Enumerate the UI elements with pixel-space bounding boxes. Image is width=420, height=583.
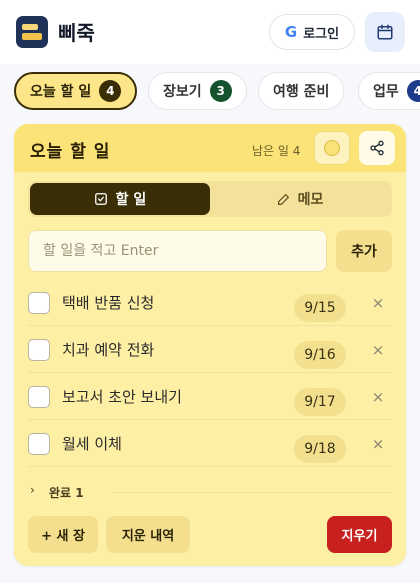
deleted-history-button[interactable]: 지운 내역 xyxy=(106,516,190,553)
login-label: 로그인 xyxy=(303,26,340,42)
tab-memo-mode[interactable]: 메모 xyxy=(210,183,390,215)
tab-travel[interactable]: 여행 준비 xyxy=(258,72,345,110)
tab-count-badge: 4 xyxy=(99,80,122,102)
task-date-chip[interactable]: 9/18 xyxy=(294,435,346,463)
calendar-button[interactable] xyxy=(365,12,405,52)
task-text[interactable]: 택배 반품 신청 xyxy=(62,292,154,313)
remaining-count: 남은 일 4 xyxy=(252,144,301,158)
share-button[interactable] xyxy=(359,131,395,165)
tab-count-badge: 3 xyxy=(209,80,232,102)
chevron-right-icon: › xyxy=(30,483,35,497)
color-dot-icon xyxy=(324,140,340,156)
divider xyxy=(112,492,392,493)
app-header: 삐죽 G 로그인 xyxy=(0,0,420,64)
delete-task-button[interactable]: × xyxy=(368,292,388,314)
task-input[interactable] xyxy=(28,230,327,272)
task-item: 월세 이체 9/18 × xyxy=(28,421,392,467)
task-checkbox[interactable] xyxy=(28,386,50,408)
google-icon: G xyxy=(284,23,298,41)
tab-label: 오늘 할 일 xyxy=(30,84,92,100)
task-item: 치과 예약 전화 9/16 × xyxy=(28,327,392,373)
completed-section-toggle[interactable]: › 완료 1 xyxy=(30,482,392,502)
card-header: 오늘 할 일 남은 일 4 xyxy=(14,124,406,172)
mode-toggle: 할 일 메모 xyxy=(28,181,392,217)
memo-mode-label: 메모 xyxy=(297,192,324,208)
color-picker-button[interactable] xyxy=(314,131,350,165)
task-date-chip[interactable]: 9/17 xyxy=(294,388,346,416)
task-text[interactable]: 치과 예약 전화 xyxy=(62,339,154,360)
task-checkbox[interactable] xyxy=(28,292,50,314)
completed-label: 완료 1 xyxy=(49,486,84,500)
list-tabs: 오늘 할 일 4 장보기 3 여행 준비 업무 4 xyxy=(14,72,420,112)
task-item: 보고서 초안 보내기 9/17 × xyxy=(28,374,392,420)
card-title: 오늘 할 일 xyxy=(30,142,111,162)
app-title: 삐죽 xyxy=(58,21,95,45)
checkbox-icon xyxy=(94,193,107,205)
tab-today[interactable]: 오늘 할 일 4 xyxy=(14,72,138,110)
delete-task-button[interactable]: × xyxy=(368,386,388,408)
tab-label: 여행 준비 xyxy=(273,84,330,100)
task-date-chip[interactable]: 9/16 xyxy=(294,341,346,369)
tab-work[interactable]: 업무 4 xyxy=(358,72,420,110)
task-item: 택배 반품 신청 9/15 × xyxy=(28,280,392,326)
clear-button[interactable]: 지우기 xyxy=(327,516,392,553)
new-sheet-button[interactable]: + 새 장 xyxy=(28,516,98,553)
todo-mode-label: 할 일 xyxy=(115,192,147,208)
google-login-button[interactable]: G 로그인 xyxy=(269,14,355,50)
task-checkbox[interactable] xyxy=(28,433,50,455)
delete-task-button[interactable]: × xyxy=(368,339,388,361)
calendar-icon xyxy=(377,24,393,40)
add-task-button[interactable]: 추가 xyxy=(336,230,392,272)
tab-count-badge: 4 xyxy=(406,80,420,102)
pencil-icon xyxy=(277,193,289,205)
tab-label: 장보기 xyxy=(163,84,202,100)
delete-task-button[interactable]: × xyxy=(368,433,388,455)
tab-label: 업무 xyxy=(373,84,399,100)
app-logo-icon xyxy=(16,16,48,48)
tab-shopping[interactable]: 장보기 3 xyxy=(148,72,247,110)
todo-card: 오늘 할 일 남은 일 4 할 일 메모 할 일을 적고 Enter 추가 택배… xyxy=(14,124,406,566)
task-text[interactable]: 월세 이체 xyxy=(62,433,122,454)
tab-todo-mode[interactable]: 할 일 xyxy=(30,183,210,215)
task-date-chip[interactable]: 9/15 xyxy=(294,294,346,322)
share-icon xyxy=(370,140,384,156)
task-text[interactable]: 보고서 초안 보내기 xyxy=(62,386,182,407)
task-checkbox[interactable] xyxy=(28,339,50,361)
